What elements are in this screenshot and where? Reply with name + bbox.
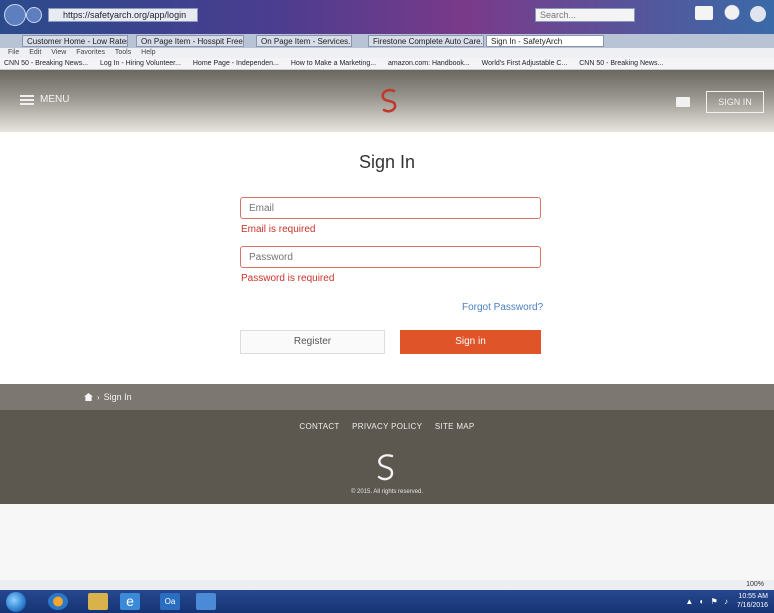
signin-button[interactable]: Sign in (400, 330, 541, 354)
home-icon[interactable] (695, 6, 713, 20)
search-placeholder: Search... (540, 10, 577, 20)
menu-button[interactable]: MENU (20, 94, 69, 105)
hamburger-icon (20, 94, 34, 105)
screenshot-frame: https://safetyarch.org/app/login Search.… (0, 0, 774, 613)
menu-edit[interactable]: Edit (29, 49, 41, 56)
browser-menu-bar: File Edit View Favorites Tools Help (0, 48, 774, 58)
page-title: Sign In (358, 152, 416, 172)
footer-link-contact[interactable]: CONTACT (299, 422, 339, 431)
browser-tab-row: Customer Home - Low Rates On Page Item -… (0, 34, 774, 48)
zoom-level[interactable]: 100% (746, 580, 764, 590)
settings-gear-icon[interactable] (750, 6, 766, 22)
browser-search-box[interactable]: Search... (535, 8, 635, 22)
favorite-link[interactable]: How to Make a Marketing... (291, 60, 376, 67)
footer-logo-icon (377, 454, 394, 481)
password-error: Password is required (241, 273, 335, 284)
home-icon[interactable] (84, 393, 93, 401)
breadcrumb-trail: › Sign In (84, 392, 132, 402)
menu-tools[interactable]: Tools (115, 49, 131, 56)
footer-link-sitemap[interactable]: SITE MAP (435, 422, 475, 431)
windows-taskbar: e Oa ▲ ◐ ⚑ ♪ 10:55 AM 7/16/2016 (0, 590, 774, 613)
cart-icon[interactable] (676, 97, 690, 107)
favorite-link[interactable]: amazon.com: Handbook... (388, 60, 470, 67)
footer-link-privacy[interactable]: PRIVACY POLICY (352, 422, 422, 431)
browser-tab[interactable]: Customer Home - Low Rates (22, 35, 128, 47)
start-button-icon[interactable] (6, 592, 26, 612)
favorite-link[interactable]: Log In - Hiring Volunteer... (100, 60, 181, 67)
outlook-icon[interactable]: Oa (160, 593, 180, 610)
site-header: MENU SIGN IN (0, 70, 774, 132)
system-tray-icons[interactable]: ▲ ◐ ⚑ ♪ (685, 597, 730, 606)
window-app-icon[interactable] (196, 593, 216, 610)
favorite-link[interactable]: Home Page - Independen... (193, 60, 279, 67)
menu-favorites[interactable]: Favorites (76, 49, 105, 56)
browser-tab[interactable]: Firestone Complete Auto Care... (368, 35, 484, 47)
browser-tab[interactable]: On Page Item - Services... (256, 35, 352, 47)
menu-label: MENU (40, 94, 70, 105)
signin-main: Sign In Email is required Password is re… (0, 132, 774, 384)
forward-button[interactable] (26, 7, 42, 23)
favorites-star-icon[interactable] (720, 2, 744, 28)
favorite-link[interactable]: World's First Adjustable C... (482, 60, 568, 67)
clock-time: 10:55 AM (738, 593, 768, 600)
copyright-text: © 2015. All rights reserved. (350, 489, 424, 495)
forgot-password-link[interactable]: Forgot Password? (462, 302, 543, 313)
url-text: https://safetyarch.org/app/login (63, 10, 187, 20)
page-blank-area (0, 504, 774, 584)
address-bar[interactable]: https://safetyarch.org/app/login (48, 8, 198, 22)
internet-explorer-icon[interactable]: e (120, 593, 140, 610)
clock-date: 7/16/2016 (736, 602, 768, 609)
favorite-link[interactable]: CNN 50 - Breaking News... (4, 60, 88, 67)
back-button[interactable] (4, 4, 26, 26)
browser-status-bar: 100% (0, 580, 774, 590)
header-signin-button[interactable]: SIGN IN (706, 91, 764, 113)
register-button[interactable]: Register (240, 330, 385, 354)
clock[interactable]: 10:55 AM 7/16/2016 (737, 592, 768, 610)
footer-links: CONTACT PRIVACY POLICY SITE MAP (0, 422, 774, 431)
breadcrumb-current: Sign In (103, 392, 132, 402)
site-footer: CONTACT PRIVACY POLICY SITE MAP © 2015. … (0, 410, 774, 504)
email-error: Email is required (241, 224, 316, 235)
folder-icon[interactable] (88, 593, 108, 610)
favorites-bar: CNN 50 - Breaking News... Log In - Hirin… (0, 58, 774, 70)
browser-titlebar: https://safetyarch.org/app/login Search.… (0, 0, 774, 34)
menu-file[interactable]: File (8, 49, 19, 56)
chevron-right-icon: › (97, 392, 100, 402)
menu-view[interactable]: View (51, 49, 66, 56)
browser-tab-active[interactable]: Sign In - SafetyArch (486, 35, 604, 47)
site-logo-icon[interactable] (376, 86, 402, 114)
firefox-icon[interactable] (48, 593, 68, 610)
breadcrumb: › Sign In (0, 384, 774, 410)
password-field[interactable] (240, 246, 541, 268)
email-field[interactable] (240, 197, 541, 219)
menu-help[interactable]: Help (141, 49, 155, 56)
favorite-link[interactable]: CNN 50 - Breaking News... (579, 60, 663, 67)
browser-tab[interactable]: On Page Item - Hosspit Free... (136, 35, 244, 47)
